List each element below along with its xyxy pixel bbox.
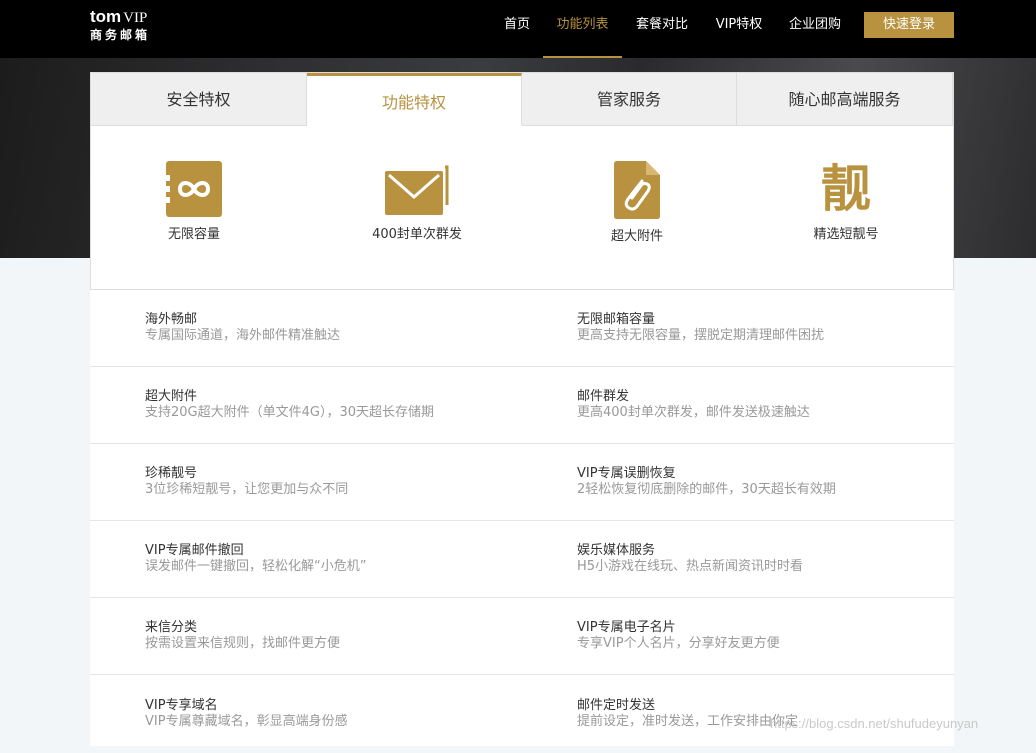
list-item: 娱乐媒体服务 H5小游戏在线玩、热点新闻资讯时时看 [577,543,803,575]
logo[interactable]: tom VIP 商务邮箱 [90,8,150,43]
list-item: VIP专属误删恢复 2轻松恢复彻底删除的邮件，30天超长有效期 [577,466,836,498]
item-desc: 专享VIP个人名片，分享好友更方便 [577,636,780,651]
list-item: 海外畅邮 专属国际通道，海外邮件精准触达 [145,312,340,344]
quick-login-button[interactable]: 快速登录 [864,12,954,38]
item-desc: 支持20G超大附件（单文件4G），30天超长存储期 [145,405,435,420]
nav-package-compare[interactable]: 套餐对比 [634,0,690,56]
list-row: 来信分类 按需设置来信规则，找邮件更方便 VIP专属电子名片 专享VIP个人名片… [90,598,954,675]
item-title: 邮件定时发送 [577,698,656,713]
nav-home[interactable]: 首页 [502,0,532,56]
list-item: VIP专享域名 VIP专属尊藏域名，彰显高端身份感 [145,698,348,730]
feature-label: 400封单次群发 [372,227,462,242]
feature-large-attachment: 超大附件 [567,161,707,244]
item-desc: VIP专属尊藏域名，彰显高端身份感 [145,714,348,729]
list-item: 超大附件 支持20G超大附件（单文件4G），30天超长存储期 [145,389,434,421]
item-desc: 更高400封单次群发，邮件发送极速触达 [577,405,810,420]
list-item: 无限邮箱容量 更高支持无限容量，摆脱定期清理邮件困扰 [577,312,824,344]
list-item: 邮件群发 更高400封单次群发，邮件发送极速触达 [577,389,810,421]
item-desc: 2轻松恢复彻底删除的邮件，30天超长有效期 [577,482,836,497]
tab-features[interactable]: 功能特权 [307,73,522,126]
logo-vip-text: VIP [123,10,148,26]
top-header: tom VIP 商务邮箱 首页 功能列表 套餐对比 VIP特权 企业团购 快速登录 [0,0,1036,58]
feature-label: 超大附件 [610,229,663,244]
item-desc: 按需设置来信规则，找邮件更方便 [145,636,341,651]
watermark: https://blog.csdn.net/shufudeyunyan [770,716,979,731]
item-title: 无限邮箱容量 [577,312,656,327]
paperclip-file-icon [614,161,660,219]
item-title: 海外畅邮 [145,312,198,327]
list-item: VIP专属电子名片 专享VIP个人名片，分享好友更方便 [577,620,780,652]
item-title: 超大附件 [145,389,198,404]
list-item: 来信分类 按需设置来信规则，找邮件更方便 [145,620,340,652]
feature-unlimited-capacity: 无限容量 [124,161,264,242]
list-item: 邮件定时发送 提前设定，准时发送，工作安排由你定 [577,698,798,730]
feature-label: 无限容量 [167,227,220,242]
feature-panel: 安全特权 功能特权 管家服务 随心邮高端服务 无限容量 400封单次群发 超大附… [90,72,954,290]
tab-bar: 安全特权 功能特权 管家服务 随心邮高端服务 [91,73,953,127]
tab-premium-service[interactable]: 随心邮高端服务 [737,73,953,126]
item-desc: 误发邮件一键撤回，轻松化解“小危机” [145,559,367,574]
item-title: 珍稀靓号 [145,466,198,481]
nav-group-purchase[interactable]: 企业团购 [787,0,843,56]
list-row: 珍稀靓号 3位珍稀短靓号，让您更加与众不同 VIP专属误删恢复 2轻松恢复彻底删… [90,444,954,521]
item-desc: 更高支持无限容量，摆脱定期清理邮件困扰 [577,328,825,343]
item-title: VIP专属误删恢复 [577,466,676,481]
feature-label: 精选短靓号 [813,227,879,242]
item-desc: 提前设定，准时发送，工作安排由你定 [577,714,799,729]
item-desc: H5小游戏在线玩、热点新闻资讯时时看 [577,559,804,574]
item-desc: 3位珍稀短靓号，让您更加与众不同 [145,482,349,497]
item-title: 来信分类 [145,620,198,635]
item-title: VIP专享域名 [145,698,218,713]
logo-brand: tom VIP [90,8,150,27]
list-item: 珍稀靓号 3位珍稀短靓号，让您更加与众不同 [145,466,348,498]
feature-short-number: 靓 精选短靓号 [776,161,916,242]
liang-char-icon: 靓 [821,160,871,218]
item-title: VIP专属邮件撤回 [145,543,244,558]
envelope-icon [385,165,449,215]
list-item: VIP专属邮件撤回 误发邮件一键撤回，轻松化解“小危机” [145,543,366,575]
list-row: 海外畅邮 专属国际通道，海外邮件精准触达 无限邮箱容量 更高支持无限容量，摆脱定… [90,290,954,367]
logo-brand-text: tom [90,7,122,26]
item-desc: 专属国际通道，海外邮件精准触达 [145,328,341,343]
tab-butler-service[interactable]: 管家服务 [522,73,737,126]
logo-subtitle: 商务邮箱 [90,28,151,42]
list-row: 超大附件 支持20G超大附件（单文件4G），30天超长存储期 邮件群发 更高40… [90,367,954,444]
tab-security[interactable]: 安全特权 [91,73,307,126]
feature-list: 海外畅邮 专属国际通道，海外邮件精准触达 无限邮箱容量 更高支持无限容量，摆脱定… [90,290,954,746]
feature-group-send: 400封单次群发 [347,165,487,242]
nav-vip-privileges[interactable]: VIP特权 [714,0,764,56]
item-title: VIP专属电子名片 [577,620,676,635]
list-row: VIP专属邮件撤回 误发邮件一键撤回，轻松化解“小危机” 娱乐媒体服务 H5小游… [90,521,954,598]
item-title: 邮件群发 [577,389,630,404]
nav-feature-list[interactable]: 功能列表 [543,0,622,58]
list-row: VIP专享域名 VIP专属尊藏域名，彰显高端身份感 邮件定时发送 提前设定，准时… [90,676,954,753]
infinity-icon [166,161,222,217]
item-title: 娱乐媒体服务 [577,543,656,558]
